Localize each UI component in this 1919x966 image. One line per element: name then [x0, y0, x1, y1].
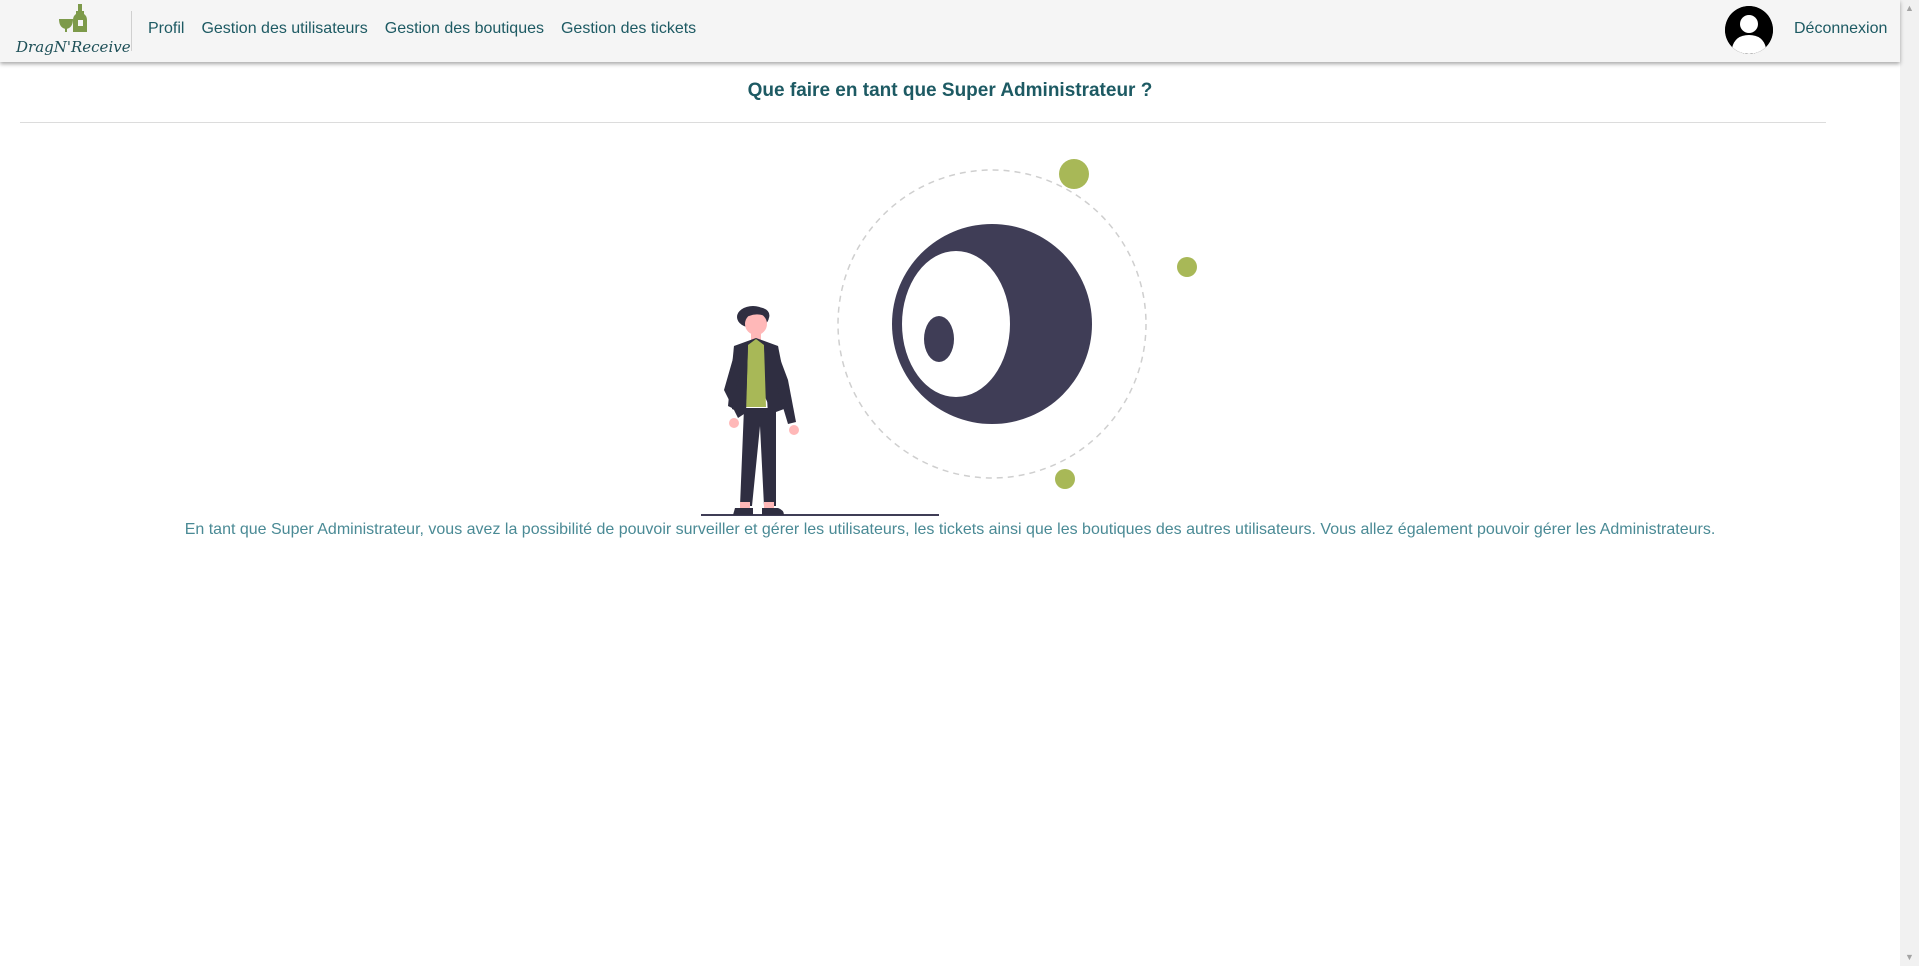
brand-logo[interactable]: DragN'Receive: [12, 2, 132, 60]
scroll-down-arrow-icon[interactable]: ▼: [1900, 949, 1919, 966]
nav-links: Profil Gestion des utilisateurs Gestion …: [148, 20, 713, 38]
user-silhouette-icon: [1725, 6, 1773, 54]
page-title: Que faire en tant que Super Administrate…: [747, 80, 1153, 101]
nav-link-profil[interactable]: Profil: [148, 20, 184, 38]
brand-name: DragN'Receive: [16, 38, 131, 56]
user-avatar-icon[interactable]: [1725, 6, 1773, 54]
title-divider: [20, 122, 1826, 123]
nav-link-gestion-utilisateurs[interactable]: Gestion des utilisateurs: [201, 20, 367, 38]
scroll-up-arrow-icon[interactable]: ▲: [1900, 0, 1919, 17]
nav-link-gestion-tickets[interactable]: Gestion des tickets: [561, 20, 696, 38]
logout-link[interactable]: Déconnexion: [1794, 20, 1887, 38]
bottle-and-glass-logo-icon: [59, 4, 87, 32]
person-looking-at-eye-illustration: [701, 159, 1197, 516]
top-navbar: DragN'Receive Profil Gestion des utilisa…: [0, 0, 1900, 62]
nav-link-gestion-boutiques[interactable]: Gestion des boutiques: [385, 20, 544, 38]
brand-divider: [131, 11, 132, 51]
description-text: En tant que Super Administrateur, vous a…: [184, 521, 1716, 538]
page: DragN'Receive Profil Gestion des utilisa…: [0, 0, 1919, 966]
vertical-scrollbar[interactable]: ▲ ▼: [1900, 0, 1919, 966]
